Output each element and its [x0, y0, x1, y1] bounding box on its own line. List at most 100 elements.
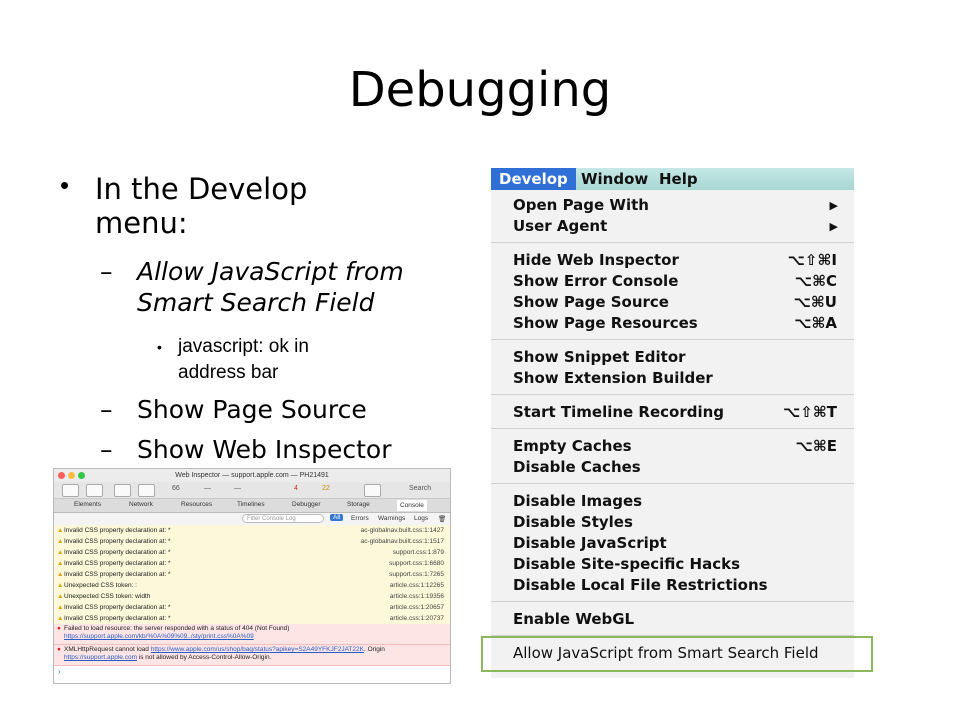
dock-icon[interactable]: [62, 484, 79, 497]
submenu-arrow-icon: ▶: [829, 220, 838, 233]
warning-icon: ▲: [57, 571, 64, 578]
menu-item-show-page-source[interactable]: Show Page Source: [513, 293, 669, 311]
web-inspector-screenshot: Web Inspector — support.apple.com — PH21…: [53, 468, 451, 684]
third-bullet-address-bar: address bar: [178, 362, 279, 383]
error-link[interactable]: https://support.apple.com/kb/%0A%09%09..…: [64, 633, 254, 640]
menu-item-show-error-console[interactable]: Show Error Console: [513, 272, 678, 290]
sub-bullet-page-source: Show Page Source: [137, 395, 367, 424]
origin-link[interactable]: https://support.apple.com: [64, 654, 137, 661]
shortcut-label: ⌥⌘U: [793, 293, 837, 311]
filter-all[interactable]: All: [330, 514, 344, 521]
menu-item-disable-site-specific-hacks[interactable]: Disable Site-specific Hacks: [513, 555, 740, 573]
warning-icon: ▲: [57, 538, 64, 545]
menu-item-user-agent[interactable]: User Agent: [513, 217, 607, 235]
inspector-tabs: Elements Network Resources Timelines Deb…: [54, 499, 450, 513]
bullet-dot: •: [60, 170, 70, 200]
resource-count: 66: [172, 485, 180, 492]
submenu-arrow-icon: ▶: [829, 199, 838, 212]
split-icon[interactable]: [86, 484, 103, 497]
close-icon[interactable]: [58, 472, 65, 479]
menu-item-disable-local-file-restrictions[interactable]: Disable Local File Restrictions: [513, 576, 768, 594]
dash: –: [100, 257, 113, 286]
menu-separator: [491, 339, 854, 340]
source-link[interactable]: article.css:1:12265: [390, 580, 444, 591]
menu-develop[interactable]: Develop: [491, 168, 576, 190]
error-count[interactable]: 4: [294, 485, 298, 492]
sub-bullet-allow-js: Allow JavaScript from: [137, 257, 404, 286]
source-link[interactable]: support.css:1:879: [393, 547, 444, 558]
filter-console-input[interactable]: Filter Console Log: [242, 514, 324, 523]
sub-bullet-allow-js-cont: Smart Search Field: [137, 288, 375, 317]
warning-icon: ▲: [57, 549, 64, 556]
source-link[interactable]: article.css:1:20657: [390, 602, 444, 613]
source-link[interactable]: ac-globalnav.built.css:1:1427: [361, 525, 444, 536]
warning-icon: ▲: [57, 560, 64, 567]
sub-bullet-web-inspector: Show Web Inspector: [137, 435, 392, 464]
menu-item-disable-styles[interactable]: Disable Styles: [513, 513, 633, 531]
menu-separator: [491, 242, 854, 243]
target-icon[interactable]: [364, 484, 381, 497]
warning-icon: ▲: [57, 527, 64, 534]
third-bullet-javascript: javascript: ok in: [178, 336, 309, 357]
source-link[interactable]: support.css:1:7265: [389, 569, 444, 580]
menu-window[interactable]: Window: [581, 170, 648, 188]
menu-item-show-extension-builder[interactable]: Show Extension Builder: [513, 369, 713, 387]
menu-item-disable-javascript[interactable]: Disable JavaScript: [513, 534, 667, 552]
tab-elements[interactable]: Elements: [74, 501, 101, 508]
trash-icon[interactable]: 🗑: [438, 515, 446, 523]
warning-icon: ▲: [57, 593, 64, 600]
menu-item-start-timeline-recording[interactable]: Start Timeline Recording: [513, 403, 724, 421]
dash: –: [100, 435, 113, 464]
source-link[interactable]: article.css:1:19356: [390, 591, 444, 602]
menu-bar: Develop Window Help: [491, 168, 854, 190]
slide-title: Debugging: [348, 62, 612, 118]
inspector-toolbar: 66 — — 4 22 Search: [54, 482, 450, 499]
size-readout: —: [204, 485, 211, 492]
tab-timelines[interactable]: Timelines: [237, 501, 265, 508]
warning-icon: ▲: [57, 582, 64, 589]
shortcut-label: ⌥⇧⌘I: [787, 251, 837, 269]
console-prompt[interactable]: ›: [58, 667, 61, 676]
shortcut-label: ⌥⌘E: [795, 437, 837, 455]
search-input[interactable]: Search: [409, 485, 431, 492]
console-error-row: ● XMLHttpRequest cannot load https://www…: [54, 645, 450, 666]
menu-item-show-page-resources[interactable]: Show Page Resources: [513, 314, 698, 332]
menu-item-disable-images[interactable]: Disable Images: [513, 492, 642, 510]
tab-network[interactable]: Network: [129, 501, 153, 508]
time-readout: —: [234, 485, 241, 492]
inspector-title: Web Inspector — support.apple.com — PH21…: [54, 469, 450, 482]
menu-separator: [491, 483, 854, 484]
menu-item-enable-webgl[interactable]: Enable WebGL: [513, 610, 634, 628]
develop-menu-screenshot: Develop Window Help Open Page With ▶ Use…: [491, 168, 854, 678]
filter-logs[interactable]: Logs: [414, 515, 428, 522]
shortcut-label: ⌥⌘A: [794, 314, 837, 332]
reload-icon[interactable]: [114, 484, 131, 497]
menu-item-empty-caches[interactable]: Empty Caches: [513, 437, 632, 455]
menu-separator: [491, 428, 854, 429]
menu-separator: [491, 601, 854, 602]
bullet-develop-menu: In the Develop: [95, 172, 308, 206]
source-link[interactable]: support.css:1:6680: [389, 558, 444, 569]
warning-count[interactable]: 22: [322, 485, 330, 492]
menu-item-hide-web-inspector[interactable]: Hide Web Inspector: [513, 251, 679, 269]
tab-resources[interactable]: Resources: [181, 501, 212, 508]
minimize-icon[interactable]: [68, 472, 75, 479]
error-link[interactable]: https://www.apple.com/us/shop/bag/status…: [151, 646, 364, 653]
menu-help[interactable]: Help: [659, 170, 698, 188]
source-link[interactable]: article.css:1:20737: [390, 613, 444, 624]
console-error-row: ● Failed to load resource: the server re…: [54, 624, 450, 645]
tab-debugger[interactable]: Debugger: [292, 501, 321, 508]
tab-storage[interactable]: Storage: [347, 501, 370, 508]
menu-item-disable-caches[interactable]: Disable Caches: [513, 458, 641, 476]
tab-console[interactable]: Console: [397, 500, 427, 511]
zoom-icon[interactable]: [78, 472, 85, 479]
download-icon[interactable]: [138, 484, 155, 497]
source-link[interactable]: ac-globalnav.built.css:1:1517: [361, 536, 444, 547]
filter-warnings[interactable]: Warnings: [378, 515, 405, 522]
menu-item-show-snippet-editor[interactable]: Show Snippet Editor: [513, 348, 686, 366]
filter-errors[interactable]: Errors: [351, 515, 369, 522]
menu-item-open-page-with[interactable]: Open Page With: [513, 196, 649, 214]
error-icon: ●: [57, 625, 61, 632]
bullet-dot-small: •: [157, 339, 162, 355]
menu-separator: [491, 394, 854, 395]
